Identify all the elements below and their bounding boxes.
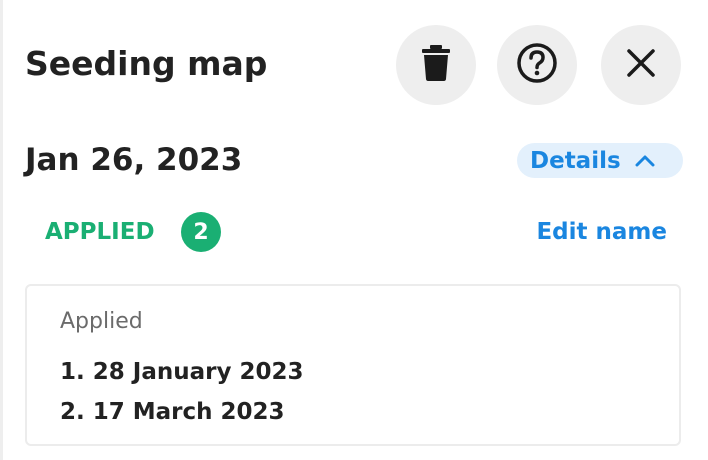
close-icon (626, 48, 656, 82)
status-label: APPLIED (45, 219, 155, 245)
help-circle-icon (516, 42, 558, 88)
close-button[interactable] (601, 25, 681, 105)
applied-dates-card: Applied 1. 28 January 2023 2. 17 March 2… (25, 284, 681, 446)
seeding-map-panel: Seeding map Jan 26, 2023 Details APPLIED… (0, 0, 708, 460)
record-date: Jan 26, 2023 (25, 142, 243, 178)
edit-name-link[interactable]: Edit name (536, 214, 667, 250)
list-item: 1. 28 January 2023 (60, 359, 304, 385)
help-button[interactable] (497, 25, 577, 105)
details-toggle-button[interactable]: Details (517, 143, 683, 178)
chevron-up-icon (635, 155, 655, 167)
page-title: Seeding map (25, 44, 268, 83)
panel-left-border (0, 0, 3, 460)
list-item: 2. 17 March 2023 (60, 399, 285, 425)
trash-icon (421, 44, 451, 86)
details-label: Details (530, 147, 621, 174)
applied-count-badge: 2 (181, 212, 221, 252)
delete-button[interactable] (396, 25, 476, 105)
card-heading: Applied (60, 309, 143, 334)
applied-dates-list: 1. 28 January 2023 2. 17 March 2023 (60, 352, 303, 432)
